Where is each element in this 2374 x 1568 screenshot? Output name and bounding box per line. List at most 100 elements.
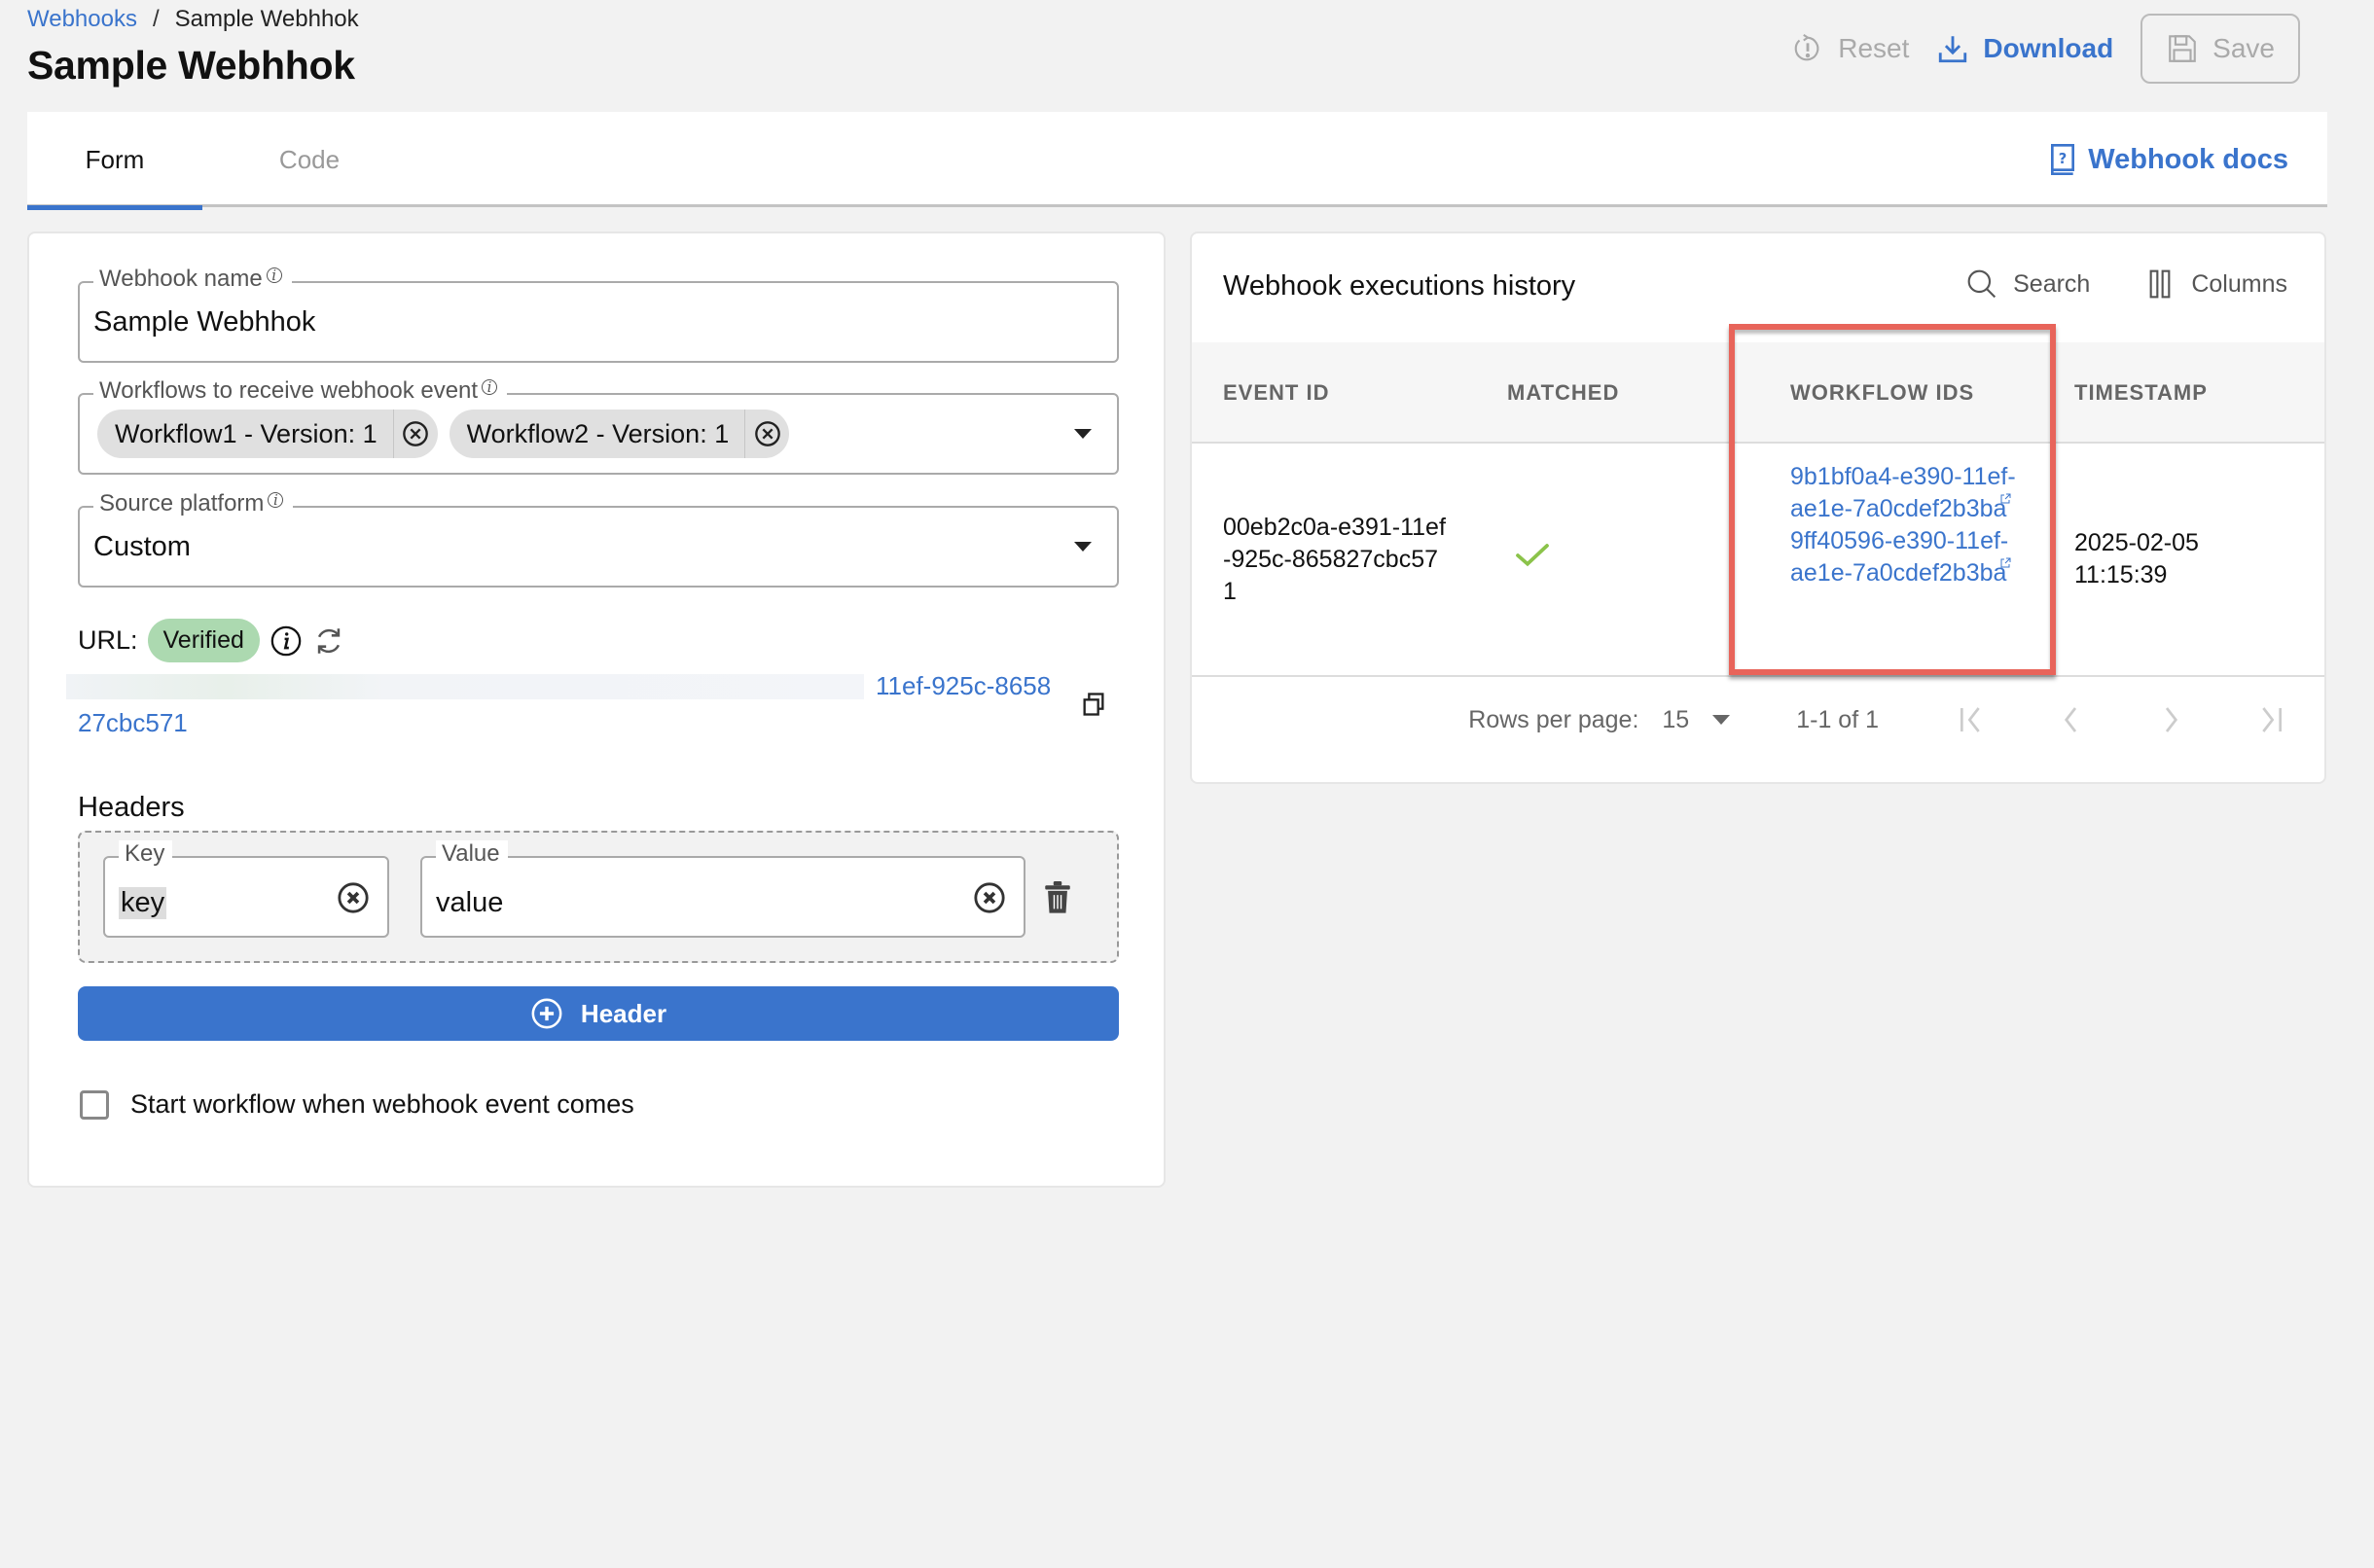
table-row[interactable]: 00eb2c0a-e391-11ef-925c-865827cbc571 9b1… — [1192, 444, 2324, 677]
tab-code[interactable]: Code — [222, 112, 397, 207]
history-title: Webhook executions history — [1223, 270, 1576, 302]
info-icon[interactable] — [270, 624, 303, 658]
previous-page-icon[interactable] — [2056, 704, 2087, 735]
table-header: EVENT ID MATCHED WORKFLOW IDS TIMESTAMP — [1192, 342, 2324, 444]
header-value-value[interactable]: value — [436, 887, 503, 919]
breadcrumb: Webhooks / Sample Webhhok — [27, 6, 359, 33]
rows-per-page-value: 15 — [1662, 705, 1690, 733]
copy-icon[interactable] — [1080, 691, 1107, 718]
caret-down-icon[interactable] — [1074, 429, 1092, 439]
workflow-id-text: 9b1bf0a4-e390-11ef-ae1e-7a0cdef2b3ba — [1790, 463, 2016, 522]
download-label: Download — [1983, 33, 2114, 63]
next-page-icon[interactable] — [2155, 704, 2186, 735]
status-badge: Verified — [147, 619, 260, 662]
header-actions: Reset Download Save — [1791, 14, 2300, 84]
webhook-name-field[interactable]: Webhook name i Sample Webhhok — [78, 266, 1119, 363]
info-icon[interactable]: i — [268, 491, 284, 509]
tabs-bar: Form Code ? Webhook docs — [27, 112, 2327, 210]
columns-button[interactable]: Columns — [2144, 268, 2287, 300]
start-workflow-checkbox[interactable] — [80, 1089, 109, 1120]
reset-label: Reset — [1838, 33, 1910, 63]
source-platform-select[interactable]: Source platform i Custom — [78, 490, 1119, 588]
source-platform-value: Custom — [93, 530, 191, 562]
column-header-event-id[interactable]: EVENT ID — [1223, 342, 1329, 444]
workflow-id-link[interactable]: 9b1bf0a4-e390-11ef-ae1e-7a0cdef2b3ba — [1790, 461, 2024, 525]
start-workflow-checkbox-row[interactable]: Start workflow when webhook event comes — [80, 1089, 634, 1120]
url-label: URL: — [78, 625, 138, 655]
breadcrumb-current: Sample Webhhok — [174, 6, 359, 32]
trash-icon[interactable] — [1043, 881, 1072, 914]
info-icon[interactable]: i — [266, 267, 282, 284]
webhook-name-value[interactable]: Sample Webhhok — [93, 283, 315, 361]
save-label: Save — [2212, 33, 2275, 63]
clear-icon[interactable] — [973, 881, 1006, 914]
rows-per-page-label: Rows per page: — [1468, 705, 1639, 733]
header-value-label: Value — [436, 840, 508, 868]
close-circle-icon — [754, 421, 780, 446]
columns-label: Columns — [2191, 269, 2287, 298]
table-toolbar: Search Columns — [1966, 268, 2287, 300]
close-circle-icon — [403, 421, 428, 446]
reset-icon — [1794, 33, 1819, 61]
search-button[interactable]: Search — [1966, 268, 2090, 300]
timestamp-time: 11:15:39 — [2074, 561, 2168, 588]
first-page-icon[interactable] — [1957, 704, 1988, 735]
check-icon — [1516, 544, 1549, 567]
breadcrumb-webhooks-link[interactable]: Webhooks — [27, 6, 137, 33]
add-header-button[interactable]: Header — [78, 986, 1119, 1041]
webhook-url-link[interactable]: 11ef-925c-8658 — [876, 671, 1051, 701]
workflow-id-link[interactable]: 9ff40596-e390-11ef-ae1e-7a0cdef2b3ba — [1790, 525, 2024, 589]
event-id-cell: 00eb2c0a-e391-11ef-925c-865827cbc571 — [1223, 514, 1446, 605]
header-key-value[interactable]: key — [119, 887, 167, 919]
headers-section-title: Headers — [78, 792, 185, 823]
tab-form[interactable]: Form — [27, 112, 202, 210]
info-icon[interactable]: i — [482, 378, 498, 396]
workflows-select[interactable]: Workflows to receive webhook event i Wor… — [78, 377, 1119, 475]
column-header-matched[interactable]: MATCHED — [1507, 342, 1619, 444]
start-workflow-label: Start workflow when webhook event comes — [130, 1089, 634, 1119]
chip-label: Workflow1 - Version: 1 — [115, 418, 378, 448]
webhook-docs-link[interactable]: ? Webhook docs — [2049, 112, 2288, 207]
url-status-row: URL: Verified — [78, 619, 345, 662]
header-key-field[interactable]: Key key — [103, 840, 389, 938]
caret-down-icon[interactable] — [1074, 542, 1092, 552]
last-page-icon[interactable] — [2254, 704, 2285, 735]
page-range: 1-1 of 1 — [1796, 705, 1879, 733]
external-link-icon[interactable] — [1999, 493, 2011, 505]
workflow-chip: Workflow2 - Version: 1 — [449, 410, 790, 458]
webhook-form-card: Webhook name i Sample Webhhok Workflows … — [27, 232, 1166, 1188]
workflow-ids-cell: 9b1bf0a4-e390-11ef-ae1e-7a0cdef2b3ba 9ff… — [1790, 461, 2024, 589]
workflow-chip: Workflow1 - Version: 1 — [97, 410, 438, 458]
refresh-icon[interactable] — [312, 624, 345, 658]
external-link-icon[interactable] — [1999, 557, 2011, 569]
download-button[interactable]: Download — [1936, 32, 2113, 65]
column-header-timestamp[interactable]: TIMESTAMP — [2074, 342, 2208, 444]
download-icon — [1939, 36, 1967, 63]
help-book-icon: ? — [2051, 144, 2075, 175]
header-key-label: Key — [119, 840, 173, 868]
clear-icon[interactable] — [337, 881, 370, 914]
column-header-workflow-ids[interactable]: WORKFLOW IDS — [1790, 342, 1974, 444]
columns-icon — [2149, 269, 2171, 299]
add-header-label: Header — [580, 998, 667, 1028]
pagination: Rows per page: 15 1-1 of 1 — [1468, 704, 2285, 735]
workflow-id-text: 9ff40596-e390-11ef-ae1e-7a0cdef2b3ba — [1790, 527, 2009, 587]
chip-remove-button[interactable] — [744, 410, 789, 458]
url-redacted-area — [66, 674, 864, 699]
timestamp-date: 2025-02-05 — [2074, 529, 2199, 556]
reset-button[interactable]: Reset — [1791, 32, 1909, 65]
page-title: Sample Webhhok — [27, 43, 355, 88]
rows-per-page-select[interactable]: 15 — [1662, 705, 1731, 734]
header-value-field[interactable]: Value value — [420, 840, 1025, 938]
plus-circle-icon — [531, 998, 562, 1029]
save-button[interactable]: Save — [2140, 14, 2300, 84]
chip-remove-button[interactable] — [392, 410, 438, 458]
headers-list: Key key Value value — [78, 831, 1119, 963]
timestamp-cell: 2025-02-05 11:15:39 — [2074, 527, 2249, 591]
breadcrumb-separator: / — [152, 6, 160, 32]
search-label: Search — [2013, 269, 2091, 298]
search-icon — [1967, 269, 1996, 299]
webhook-url-link[interactable]: 27cbc571 — [78, 708, 188, 738]
chip-label: Workflow2 - Version: 1 — [466, 418, 730, 448]
executions-history-card: Webhook executions history Search Column… — [1190, 232, 2326, 784]
